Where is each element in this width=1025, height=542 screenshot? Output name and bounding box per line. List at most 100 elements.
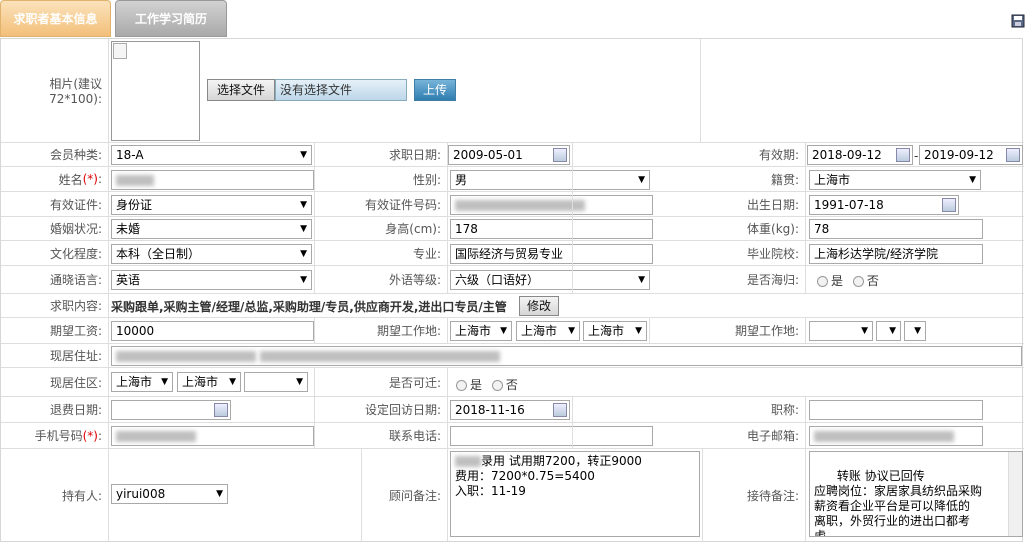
relocate-radio-group: 是 否 bbox=[456, 376, 518, 393]
job-content-label: 求职内容: bbox=[1, 294, 109, 317]
reception-note-textarea[interactable]: 转账 协议已回传 应聘岗位：家居家具纺织品采购 薪资看企业平台是可以降低的 离职… bbox=[809, 451, 1023, 537]
photo-row: 相片(建议72*100): 选择文件 没有选择文件 上传 bbox=[1, 39, 1024, 143]
calendar-icon[interactable] bbox=[553, 403, 567, 417]
valid-period-label: 有效期: bbox=[572, 143, 806, 166]
row-notes: 持有人: yirui008 顾问备注: 录用 试用期7200，转正9000 费用… bbox=[1, 449, 1024, 541]
row-member: 会员种类: 18-A 求职日期: 2009-05-01 有效期: 2018-09… bbox=[1, 143, 1024, 167]
address-input[interactable] bbox=[111, 346, 1022, 366]
tab-work-history[interactable]: 工作学习简历 bbox=[115, 0, 227, 37]
name-label: 姓名 (*): bbox=[1, 167, 109, 191]
weight-input[interactable]: 78 bbox=[809, 219, 983, 239]
choose-file-button[interactable]: 选择文件 bbox=[207, 79, 275, 101]
expected-location-label: 期望工作地: bbox=[314, 318, 448, 343]
marital-label: 婚姻状况: bbox=[1, 217, 109, 240]
valid-to-input[interactable]: 2019-09-12 bbox=[919, 145, 1023, 165]
expected-location2-select-1[interactable] bbox=[809, 321, 873, 341]
expected-location2-label: 期望工作地: bbox=[649, 318, 806, 343]
expected-location2-select-2[interactable] bbox=[876, 321, 901, 341]
calendar-icon[interactable] bbox=[214, 403, 228, 417]
row-name: 姓名(*): 性别: 男 籍贯: 上海市 bbox=[1, 167, 1024, 192]
edit-job-content-button[interactable]: 修改 bbox=[519, 296, 559, 316]
school-label: 毕业院校: bbox=[572, 241, 806, 265]
expected-location-select-3[interactable]: 上海市 bbox=[583, 321, 647, 341]
height-label: 身高(cm): bbox=[314, 217, 448, 240]
origin-select[interactable]: 上海市 bbox=[809, 170, 981, 190]
title-label: 职称: bbox=[572, 397, 806, 422]
origin-label: 籍贯: bbox=[572, 167, 806, 191]
refund-date-label: 退费日期: bbox=[1, 397, 109, 422]
calendar-icon[interactable] bbox=[896, 148, 910, 162]
expected-location-select-2[interactable]: 上海市 bbox=[516, 321, 580, 341]
row-refund: 退费日期: 设定回访日期: 2018-11-16 职称: bbox=[1, 397, 1024, 423]
language-label: 通晓语言: bbox=[1, 266, 109, 293]
expected-location-select-1[interactable]: 上海市 bbox=[450, 321, 512, 341]
callback-date-label: 设定回访日期: bbox=[314, 397, 448, 422]
salary-label: 期望工资: bbox=[1, 318, 109, 343]
email-input[interactable] bbox=[809, 426, 983, 446]
id-type-select[interactable]: 身份证 bbox=[111, 195, 312, 215]
member-type-label: 会员种类: bbox=[1, 143, 109, 166]
title-input[interactable] bbox=[809, 400, 983, 420]
consultant-note-textarea[interactable]: 录用 试用期7200，转正9000 费用：7200*0.75=5400 入职：1… bbox=[450, 451, 700, 537]
member-type-select[interactable]: 18-A bbox=[111, 145, 312, 165]
relocate-label: 是否可迁: bbox=[314, 368, 448, 396]
job-content-text: 采购跟单,采购主管/经理/总监,采购助理/专员,供应商开发,进出口专员/主管 bbox=[111, 300, 507, 314]
calendar-icon[interactable] bbox=[942, 198, 956, 212]
relocate-yes-radio[interactable] bbox=[456, 380, 467, 391]
mobile-input[interactable] bbox=[111, 426, 314, 446]
holder-label: 持有人: bbox=[1, 449, 109, 541]
callback-date-input[interactable]: 2018-11-16 bbox=[450, 400, 570, 420]
upload-button[interactable]: 上传 bbox=[414, 79, 456, 101]
school-input[interactable]: 上海杉达学院/经济学院 bbox=[809, 244, 983, 264]
row-job-content: 求职内容: 采购跟单,采购主管/经理/总监,采购助理/专员,供应商开发,进出口专… bbox=[1, 294, 1024, 318]
divider bbox=[700, 39, 701, 142]
relocate-no-radio[interactable] bbox=[491, 380, 503, 391]
lang-level-label: 外语等级: bbox=[314, 266, 448, 293]
salary-input[interactable]: 10000 bbox=[111, 321, 314, 341]
education-label: 文化程度: bbox=[1, 241, 109, 265]
reception-note-scrollbar[interactable] bbox=[1008, 452, 1022, 536]
broken-image-icon bbox=[113, 43, 127, 59]
row-language: 通晓语言: 英语 外语等级: 六级（口语好） 是否海归: 是 否 bbox=[1, 266, 1024, 294]
row-marital: 婚姻状况: 未婚 身高(cm): 178 体重(kg): 78 bbox=[1, 217, 1024, 241]
birth-input[interactable]: 1991-07-18 bbox=[809, 195, 959, 215]
district-select-2[interactable]: 上海市 bbox=[177, 372, 241, 392]
calendar-icon[interactable] bbox=[553, 148, 567, 162]
date-separator: - bbox=[914, 149, 919, 163]
row-id: 有效证件: 身份证 有效证件号码: 出生日期: 1991-07-18 bbox=[1, 192, 1024, 217]
valid-from-input[interactable]: 2018-09-12 bbox=[807, 145, 913, 165]
name-input[interactable] bbox=[111, 170, 314, 190]
returnee-no-radio[interactable] bbox=[852, 276, 864, 287]
phone-label: 联系电话: bbox=[314, 423, 448, 448]
photo-label: 相片(建议72*100): bbox=[1, 39, 109, 142]
expected-location2-select-3[interactable] bbox=[904, 321, 926, 341]
calendar-icon[interactable] bbox=[1006, 148, 1020, 162]
district-select-1[interactable]: 上海市 bbox=[111, 372, 173, 392]
consultant-note-label: 顾问备注: bbox=[361, 449, 448, 541]
row-education: 文化程度: 本科（全日制） 专业: 国际经济与贸易专业 毕业院校: 上海杉达学院… bbox=[1, 241, 1024, 266]
row-salary: 期望工资: 10000 期望工作地: 上海市 上海市 上海市 期望工作地: bbox=[1, 318, 1024, 344]
apply-date-input[interactable]: 2009-05-01 bbox=[448, 145, 570, 165]
refund-date-input[interactable] bbox=[111, 400, 231, 420]
returnee-label: 是否海归: bbox=[572, 266, 806, 293]
district-select-3[interactable] bbox=[244, 372, 308, 392]
apply-date-label: 求职日期: bbox=[314, 143, 448, 166]
address-label: 现居住址: bbox=[1, 344, 109, 367]
applicant-form: 相片(建议72*100): 选择文件 没有选择文件 上传 会员种类: 18-A … bbox=[0, 38, 1024, 542]
id-number-label: 有效证件号码: bbox=[314, 192, 448, 216]
reception-note-label: 接待备注: bbox=[702, 449, 806, 541]
language-select[interactable]: 英语 bbox=[111, 270, 312, 290]
major-label: 专业: bbox=[314, 241, 448, 265]
education-select[interactable]: 本科（全日制） bbox=[111, 244, 312, 264]
mobile-label: 手机号码 (*): bbox=[1, 423, 109, 448]
photo-preview bbox=[111, 41, 200, 141]
email-label: 电子邮箱: bbox=[572, 423, 806, 448]
returnee-yes-radio[interactable] bbox=[817, 276, 828, 287]
row-district: 现居住区: 上海市 上海市 是否可迁: 是 否 bbox=[1, 368, 1024, 397]
row-address: 现居住址: bbox=[1, 344, 1024, 368]
holder-select[interactable]: yirui008 bbox=[111, 484, 228, 504]
save-icon[interactable] bbox=[1011, 14, 1025, 28]
tab-basic-info[interactable]: 求职者基本信息 bbox=[0, 0, 111, 37]
marital-select[interactable]: 未婚 bbox=[111, 219, 312, 239]
birth-label: 出生日期: bbox=[572, 192, 806, 216]
